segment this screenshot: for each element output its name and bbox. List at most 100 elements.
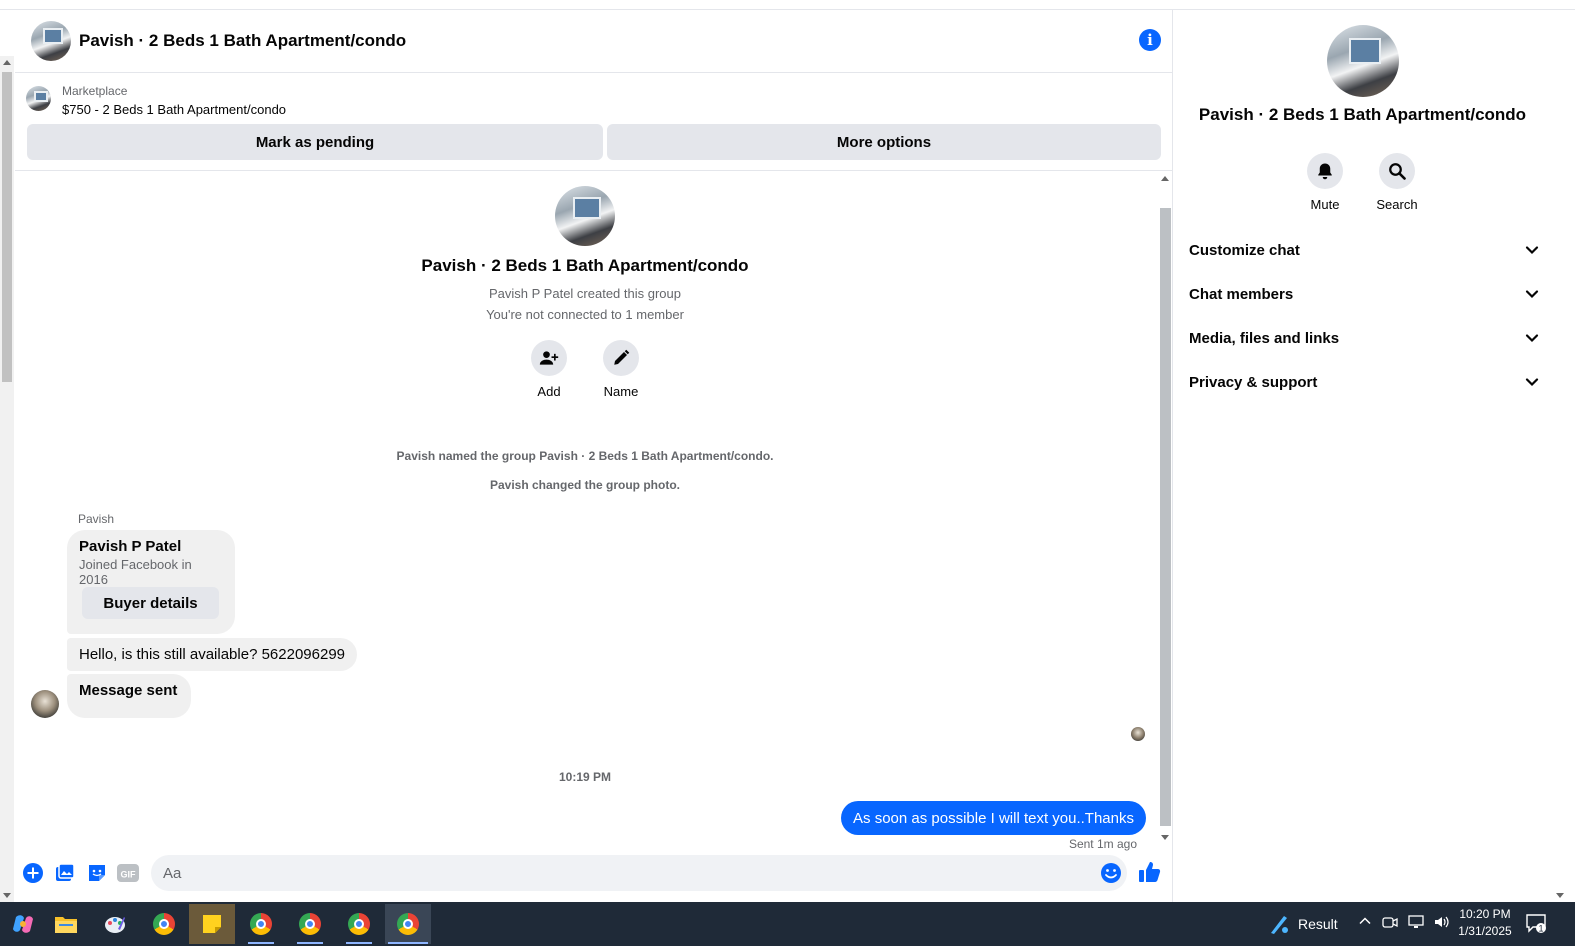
search-icon[interactable] [1379, 153, 1415, 189]
scroll-thumb[interactable] [2, 72, 12, 382]
panel-group-avatar[interactable] [1327, 25, 1399, 97]
result-label: Result [1298, 916, 1338, 932]
system-message-photo: Pavish changed the group photo. [489, 478, 680, 492]
notification-icon[interactable]: 1 [1525, 912, 1547, 934]
message-bubble-outgoing[interactable]: As soon as possible I will text you..Tha… [841, 801, 1146, 835]
weather-widget[interactable]: Result [1268, 902, 1338, 946]
messages-scrollbar[interactable] [1159, 172, 1171, 840]
message-list: Pavish · 2 Beds 1 Bath Apartment/condo P… [15, 172, 1173, 852]
listing-thumbnail[interactable] [26, 86, 51, 111]
more-options-button[interactable]: More options [607, 124, 1161, 160]
plus-circle-icon[interactable] [22, 862, 44, 884]
gif-icon[interactable]: GIF [117, 862, 139, 884]
chrome-profile-icon[interactable] [385, 904, 431, 944]
marketplace-listing-bar: Marketplace $750 - 2 Beds 1 Bath Apartme… [15, 73, 1173, 171]
copilot-icon[interactable] [0, 904, 46, 944]
edit-name-action[interactable]: Name [591, 340, 651, 399]
gif-label: GIF [121, 870, 137, 880]
scroll-down-arrow[interactable] [1556, 893, 1564, 898]
add-label: Add [537, 384, 561, 399]
chrome-profile-icon[interactable] [336, 904, 382, 944]
message-input[interactable] [151, 855, 1127, 891]
scroll-thumb[interactable] [1160, 208, 1171, 826]
chevron-down-icon [1525, 334, 1539, 343]
message-composer: GIF [15, 852, 1173, 892]
group-name: Pavish · 2 Beds 1 Bath Apartment/condo [421, 256, 749, 275]
group-avatar[interactable] [31, 21, 71, 61]
chat-title[interactable]: Pavish · 2 Beds 1 Bath Apartment/condo [79, 31, 406, 51]
sender-avatar[interactable] [31, 690, 59, 718]
listing-category: Marketplace [62, 84, 128, 98]
buyer-name: Pavish P Patel [79, 538, 182, 555]
group-photo [555, 186, 615, 246]
chevron-down-icon [1525, 290, 1539, 299]
volume-icon[interactable] [1434, 914, 1450, 930]
scroll-up-arrow[interactable] [1161, 176, 1169, 181]
chrome-profile-icon[interactable] [238, 904, 284, 944]
chrome-profile-icon[interactable] [287, 904, 333, 944]
message-bubble-incoming[interactable]: Hello, is this still available? 56220962… [67, 638, 358, 671]
sticky-notes-icon[interactable] [189, 904, 235, 944]
created-by-text: Pavish P Patel created this group [489, 286, 681, 301]
section-label: Media, files and links [1189, 329, 1340, 347]
messenger-window: Pavish · 2 Beds 1 Bath Apartment/condo i… [0, 0, 1575, 946]
name-label: Name [603, 384, 639, 399]
windows-taskbar: Result 10:20 PM 1/31/2025 1 [0, 902, 1575, 946]
section-label: Customize chat [1189, 241, 1300, 259]
cricket-icon [1271, 916, 1288, 934]
search-action[interactable]: Search [1367, 153, 1427, 212]
message-text: Hello, is this still available? 56220962… [79, 646, 346, 663]
mute-label: Mute [1310, 197, 1340, 212]
notification-count: 1 [1538, 924, 1543, 934]
section-media-files-links[interactable]: Media, files and links [1189, 326, 1539, 350]
thumbs-up-icon[interactable] [1138, 860, 1164, 886]
clock-time: 10:20 PM [1459, 907, 1511, 921]
section-chat-members[interactable]: Chat members [1189, 282, 1539, 306]
file-explorer-icon[interactable] [43, 904, 89, 944]
sent-status: Sent 1m ago [1068, 837, 1137, 851]
mark-as-pending-button[interactable]: Mark as pending [27, 124, 603, 160]
network-icon[interactable] [1408, 914, 1424, 930]
buyer-details-button[interactable]: Buyer details [82, 587, 219, 619]
section-customize-chat[interactable]: Customize chat [1189, 238, 1539, 262]
chevron-down-icon [1525, 378, 1539, 387]
panel-title: Pavish · 2 Beds 1 Bath Apartment/condo [1198, 105, 1527, 124]
buyer-joined: Joined Facebook in 2016 [79, 557, 192, 587]
chevron-up-icon[interactable] [1358, 914, 1372, 928]
add-member-action[interactable]: Add [519, 340, 579, 399]
scroll-up-arrow[interactable] [3, 60, 11, 65]
chat-header: Pavish · 2 Beds 1 Bath Apartment/condo i [15, 10, 1173, 73]
system-tray [1358, 914, 1450, 930]
paint-icon[interactable] [92, 904, 138, 944]
bell-icon[interactable] [1307, 153, 1343, 189]
add-person-icon[interactable] [531, 340, 567, 376]
read-receipt-avatar [1131, 727, 1145, 741]
clock[interactable]: 10:20 PM 1/31/2025 [1452, 906, 1518, 940]
message-text: As soon as possible I will text you..Tha… [853, 809, 1134, 827]
page-scrollbar[interactable] [0, 56, 14, 902]
section-privacy-support[interactable]: Privacy & support [1189, 370, 1539, 394]
sender-name: Pavish [78, 512, 115, 526]
photo-icon[interactable] [54, 862, 76, 884]
buyer-profile-card: Pavish P Patel Joined Facebook in 2016 B… [67, 530, 235, 634]
scroll-down-arrow[interactable] [3, 893, 11, 898]
message-bubble-status[interactable]: Message sent [67, 674, 192, 718]
meet-now-icon[interactable] [1382, 914, 1398, 930]
message-text: Message sent [79, 682, 178, 699]
chat-column: Pavish · 2 Beds 1 Bath Apartment/condo i… [15, 10, 1173, 902]
pencil-icon[interactable] [603, 340, 639, 376]
chevron-down-icon [1525, 246, 1539, 255]
section-label: Chat members [1189, 285, 1294, 303]
info-icon[interactable]: i [1139, 29, 1161, 51]
listing-description[interactable]: $750 - 2 Beds 1 Bath Apartment/condo [62, 102, 286, 117]
chrome-icon[interactable] [141, 904, 187, 944]
top-strip [0, 0, 1575, 10]
sticker-icon[interactable] [86, 862, 108, 884]
emoji-icon[interactable] [1100, 862, 1122, 884]
system-message-renamed: Pavish named the group Pavish · 2 Beds 1… [396, 449, 774, 463]
panel-scrollbar[interactable] [1553, 10, 1567, 902]
section-label: Privacy & support [1189, 373, 1318, 391]
scroll-down-arrow[interactable] [1161, 835, 1169, 840]
not-connected-text: You're not connected to 1 member [486, 307, 684, 322]
mute-action[interactable]: Mute [1295, 153, 1355, 212]
